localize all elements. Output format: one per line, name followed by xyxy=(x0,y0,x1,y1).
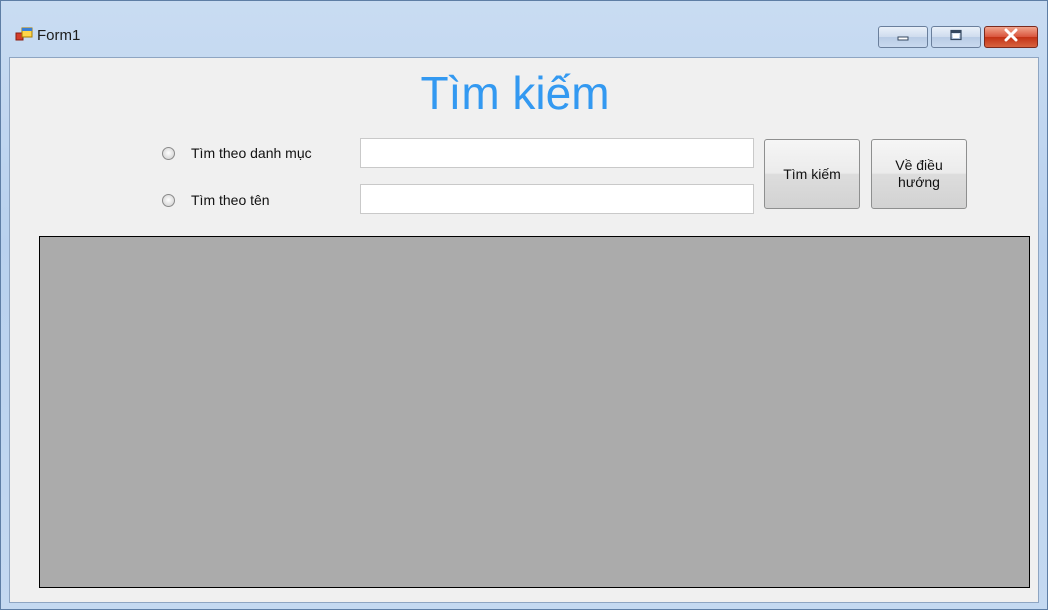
maximize-button[interactable] xyxy=(931,26,981,48)
category-search-input[interactable] xyxy=(360,138,754,168)
radio-button-icon[interactable] xyxy=(162,146,175,160)
form-client-area: Tìm kiếm Tìm theo danh mục Tìm theo tên … xyxy=(9,57,1039,603)
search-button[interactable]: Tìm kiếm xyxy=(764,139,860,209)
close-icon xyxy=(1002,28,1020,47)
minimize-icon xyxy=(895,28,911,46)
minimize-button[interactable] xyxy=(878,26,928,48)
radio-label-category: Tìm theo danh mục xyxy=(191,145,312,161)
winforms-form-icon xyxy=(15,26,33,44)
maximize-icon xyxy=(948,28,964,46)
radio-option-name[interactable]: Tìm theo tên xyxy=(162,192,270,208)
back-to-navigation-button[interactable]: Về điều hướng xyxy=(871,139,967,209)
radio-button-icon[interactable] xyxy=(162,193,175,207)
radio-label-name: Tìm theo tên xyxy=(191,192,270,208)
title-bar[interactable]: Form1 xyxy=(1,1,1047,57)
close-button[interactable] xyxy=(984,26,1038,48)
name-search-input[interactable] xyxy=(360,184,754,214)
page-title: Tìm kiếm xyxy=(420,67,610,119)
results-data-grid[interactable] xyxy=(39,236,1030,588)
window-title: Form1 xyxy=(37,27,81,44)
app-window: Form1 Tìm kiếm Tìm theo danh mục Tìm the… xyxy=(0,0,1048,610)
radio-option-category[interactable]: Tìm theo danh mục xyxy=(162,145,312,161)
